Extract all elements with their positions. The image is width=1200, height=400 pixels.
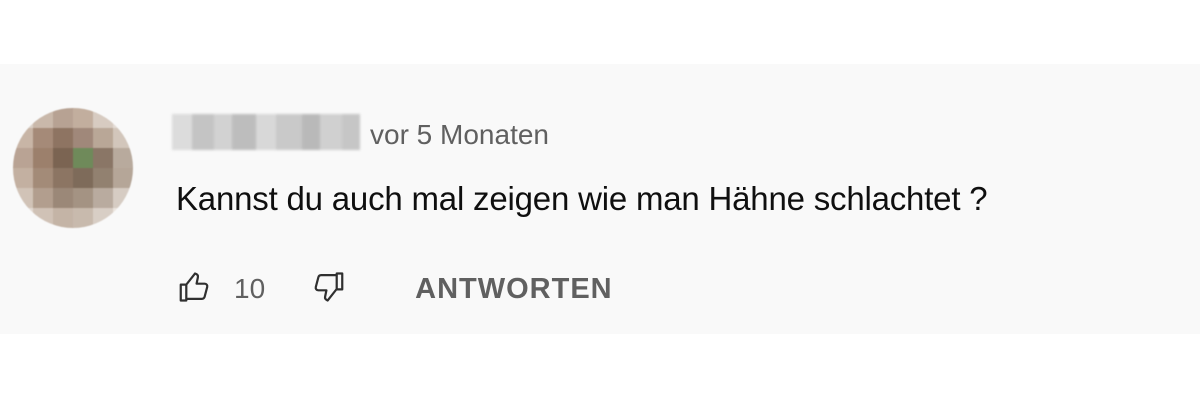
comment-actions: 10 ANTWORTEN [172, 264, 613, 314]
thumbs-down-icon [309, 268, 347, 311]
avatar[interactable] [13, 108, 133, 228]
dislike-button[interactable] [305, 266, 351, 312]
comment-timestamp[interactable]: vor 5 Monaten [370, 117, 549, 153]
like-count: 10 [234, 273, 266, 304]
author-name-redacted[interactable] [172, 114, 360, 150]
thumbs-up-icon [176, 268, 214, 311]
page: vor 5 Monaten Kannst du auch mal zeigen … [0, 0, 1200, 400]
comment-card: vor 5 Monaten Kannst du auch mal zeigen … [0, 64, 1200, 334]
comment-text: Kannst du auch mal zeigen wie man Hähne … [176, 180, 988, 217]
reply-button[interactable]: ANTWORTEN [415, 266, 612, 312]
like-button[interactable] [172, 266, 218, 312]
